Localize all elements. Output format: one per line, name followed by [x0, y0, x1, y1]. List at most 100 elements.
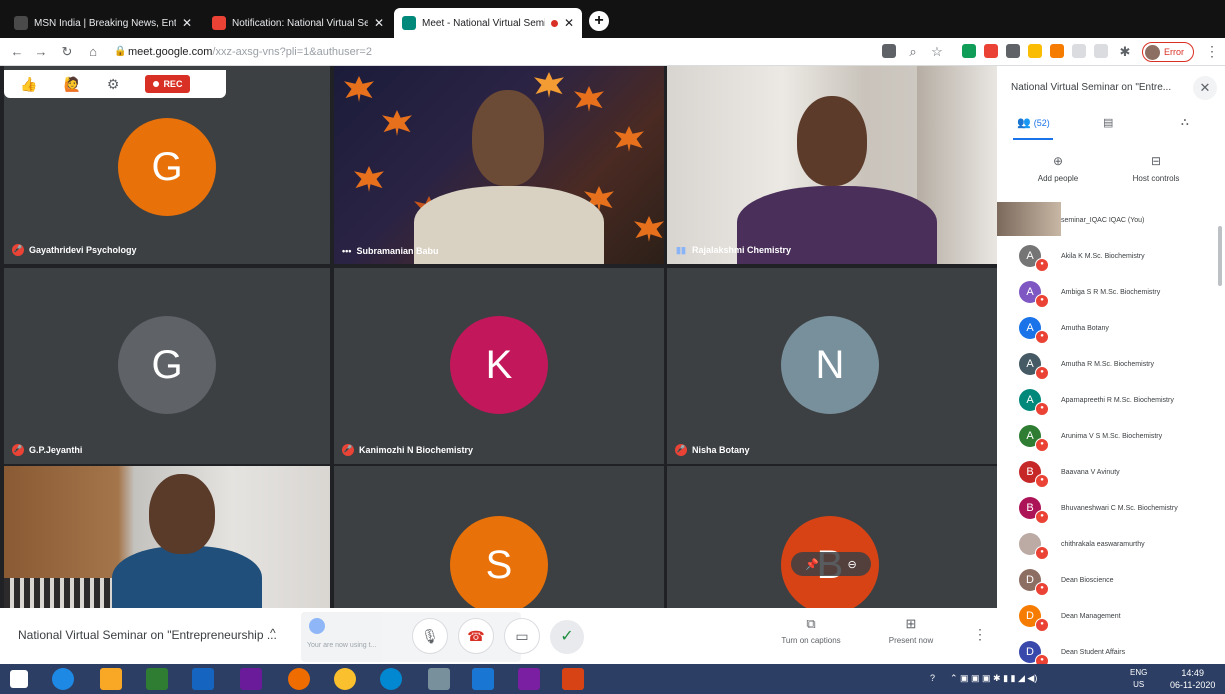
microphone-button[interactable]: 🎙 [412, 618, 448, 654]
list-item[interactable]: ● chithrakala easwaramurthy [997, 526, 1217, 562]
leave-call-button[interactable]: ☎ [458, 618, 494, 654]
edge-icon[interactable] [380, 668, 402, 690]
home-icon[interactable]: ⌂ [84, 43, 102, 61]
list-item[interactable]: A ● Ambiga S R M.Sc. Biochemistry [997, 274, 1217, 310]
pin-icon[interactable]: 📌 [805, 558, 819, 571]
clock-time: 14:49 [1181, 668, 1204, 678]
meeting-title[interactable]: National Virtual Seminar on "Entrepreneu… [18, 628, 277, 642]
list-item[interactable]: D ● Dean Student Affairs [997, 634, 1217, 664]
list-item[interactable]: A ● Arunima V S M.Sc. Biochemistry [997, 418, 1217, 454]
list-item[interactable]: A ● Amutha R M.Sc. Biochemistry [997, 346, 1217, 382]
check-button[interactable]: ✓ [550, 620, 584, 654]
participant-tile[interactable]: K 🎤 Kanimozhi N Biochemistry [334, 268, 664, 464]
meet-favicon-icon [402, 16, 416, 30]
participant-tile[interactable]: N 🎤 Nisha Botany [667, 268, 997, 464]
avatar: G [118, 118, 216, 216]
store-icon[interactable] [146, 668, 168, 690]
dropbox-icon[interactable] [192, 668, 214, 690]
windows-start-icon[interactable] [10, 670, 28, 688]
zoom-icon[interactable]: ⌕ [904, 43, 922, 61]
chat-icon: ▤ [1103, 117, 1114, 129]
reload-icon[interactable]: ↻ [58, 43, 76, 61]
windows-taskbar: ? ⌃ ▣ ▣ ▣ ✱ ▮ ▮ ◢ ◀) ENG US 14:49 06-11-… [0, 664, 1225, 694]
tab-close-icon[interactable]: ✕ [374, 16, 384, 30]
browser-menu-icon[interactable]: ⋮ [1205, 43, 1219, 60]
tab-close-icon[interactable]: ✕ [182, 16, 192, 30]
list-item[interactable]: seminar_IQAC IQAC (You) [997, 202, 1217, 238]
help-icon[interactable]: ? [930, 673, 935, 683]
thumbs-up-icon[interactable]: 👍 [20, 76, 37, 93]
browser-tab-meet[interactable]: Meet - National Virtual Semi ✕ [394, 8, 582, 38]
browser-tab-notification[interactable]: Notification: National Virtual Sem ✕ [204, 8, 392, 38]
tray-icons[interactable]: ⌃ ▣ ▣ ▣ ✱ ▮ ▮ ◢ ◀) [950, 673, 1037, 684]
camera-indicator-icon[interactable] [882, 44, 896, 58]
extension-icon[interactable] [1050, 44, 1064, 58]
app-icon[interactable] [240, 668, 262, 690]
sheets-extension-icon[interactable] [962, 44, 976, 58]
app-icon[interactable] [428, 668, 450, 690]
mic-off-icon: ● [1035, 474, 1049, 488]
input-language[interactable]: ENG US [1130, 667, 1147, 691]
captions-button[interactable]: ⧉ Turn on captions [766, 616, 856, 645]
forward-arrow-icon[interactable]: → [32, 43, 50, 61]
clock[interactable]: 14:49 06-11-2020 [1170, 667, 1215, 691]
chrome-icon[interactable] [334, 668, 356, 690]
mic-off-icon: ● [1035, 546, 1049, 560]
address-bar[interactable]: 🔒 meet.google.com/xxz-axsg-vns?pli=1&aut… [112, 42, 872, 62]
tab-people[interactable]: 👥 (52) [1017, 116, 1050, 129]
active-tab-indicator [1013, 138, 1053, 140]
mic-off-icon: 🎤 [675, 444, 687, 456]
participant-video-tile[interactable]: ••• Subramanian Babu [334, 66, 664, 264]
word-icon[interactable] [472, 668, 494, 690]
rec-badge[interactable]: REC [145, 75, 191, 93]
list-item[interactable]: A ● Amutha Botany [997, 310, 1217, 346]
profile-button[interactable]: Error [1142, 42, 1194, 62]
add-people-button[interactable]: ⊕ Add people [1013, 154, 1103, 183]
extension-icon[interactable] [1072, 44, 1086, 58]
new-tab-button[interactable]: + [589, 11, 609, 31]
mic-off-icon: ● [1035, 654, 1049, 664]
firefox-icon[interactable] [288, 668, 310, 690]
file-explorer-icon[interactable] [100, 668, 122, 690]
extension-icon[interactable] [1006, 44, 1020, 58]
app-icon[interactable] [518, 668, 540, 690]
close-icon[interactable]: ✕ [1193, 76, 1217, 100]
tab-close-icon[interactable]: ✕ [564, 16, 574, 30]
extension-icon[interactable] [1094, 44, 1108, 58]
list-item[interactable]: B ● Bhuvaneshwari C M.Sc. Biochemistry [997, 490, 1217, 526]
emoji-icon[interactable]: 🙋 [63, 76, 80, 93]
participant-tile[interactable]: B [667, 466, 997, 608]
mute-participant-icon[interactable]: ⊖ [848, 558, 857, 571]
list-item[interactable]: D ● Dean Management [997, 598, 1217, 634]
list-item[interactable]: A ● Aparnapreethi R M.Sc. Biochemistry [997, 382, 1217, 418]
list-item[interactable]: A ● Akila K M.Sc. Biochemistry [997, 238, 1217, 274]
bookmark-star-icon[interactable]: ☆ [928, 43, 946, 61]
powerpoint-icon[interactable] [562, 668, 584, 690]
tab-chat[interactable]: ▤ [1103, 116, 1113, 129]
camera-button[interactable]: ▭ [504, 618, 540, 654]
extensions-puzzle-icon[interactable]: ✱ [1116, 43, 1134, 61]
list-item[interactable]: D ● Dean Bioscience [997, 562, 1217, 598]
panel-scrollbar[interactable] [1218, 226, 1222, 286]
back-arrow-icon[interactable]: ← [8, 43, 26, 61]
settings-gear-icon[interactable]: ⚙ [107, 76, 120, 93]
gmail-extension-icon[interactable] [984, 44, 998, 58]
extension-icon[interactable] [1028, 44, 1042, 58]
participant-video-tile[interactable]: ▮▮ Rajalakshmi Chemistry [667, 66, 997, 264]
chevron-up-icon[interactable]: ^ [270, 626, 276, 640]
more-options-icon[interactable]: ⋮ [973, 626, 987, 643]
list-item[interactable]: B ● Baavana V Avinuty [997, 454, 1217, 490]
tab-activities[interactable]: ⛬ [1181, 116, 1189, 129]
avatar: N [781, 316, 879, 414]
participant-name: Bhuvaneshwari C M.Sc. Biochemistry [1061, 504, 1178, 512]
participant-video-tile[interactable] [4, 466, 330, 608]
participant-tile[interactable]: G 🎤 G.P.Jeyanthi [4, 268, 330, 464]
present-button[interactable]: ⊞ Present now [866, 616, 956, 645]
host-controls-button[interactable]: ⊟ Host controls [1111, 154, 1201, 183]
participant-tile[interactable]: S [334, 466, 664, 608]
browser-tab-msn[interactable]: MSN India | Breaking News, Ente ✕ [6, 8, 200, 38]
mic-off-icon: ● [1035, 366, 1049, 380]
add-people-label: Add people [1037, 174, 1079, 183]
internet-explorer-icon[interactable] [52, 668, 74, 690]
profile-error-label: Error [1164, 47, 1184, 57]
